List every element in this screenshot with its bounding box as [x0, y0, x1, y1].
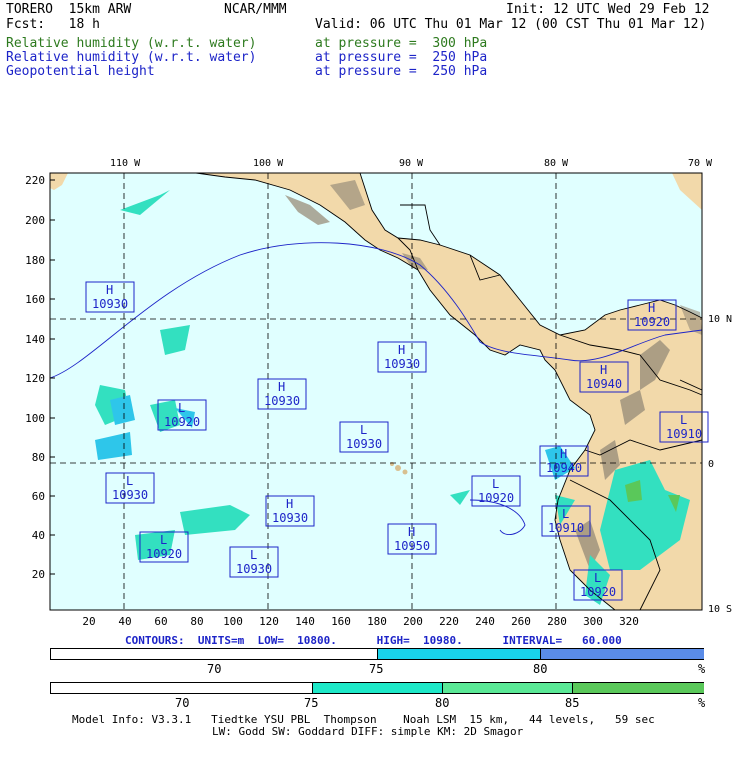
center-value: 10920 [478, 491, 514, 505]
center-value: 10930 [236, 562, 272, 576]
svg-text:120: 120 [25, 372, 45, 385]
svg-text:80: 80 [32, 451, 45, 464]
colorbar-rh250-label: 75 [369, 662, 384, 676]
center-value: 10930 [384, 357, 420, 371]
center-value: 10940 [546, 461, 582, 475]
svg-text:180: 180 [367, 615, 387, 628]
svg-text:40: 40 [118, 615, 131, 628]
center-value: 10910 [548, 521, 584, 535]
center-type: H [600, 363, 607, 377]
colorbar-rh300-label: 85 [565, 696, 580, 710]
svg-text:220: 220 [439, 615, 459, 628]
colorbar-rh250 [50, 648, 704, 660]
valid-time: Valid: 06 UTC Thu 01 Mar 12 (00 CST Thu … [315, 17, 707, 32]
center-value: 10920 [634, 315, 670, 329]
field-3-level: at pressure = 250 hPa [315, 64, 488, 79]
svg-text:40: 40 [32, 529, 45, 542]
colorbar-rh300-label: 70 [175, 696, 190, 710]
center-value: 10920 [146, 547, 182, 561]
forecast-hour: Fcst: 18 h [6, 17, 100, 32]
colorbar-rh300-label: 75 [304, 696, 319, 710]
lat-label: 0 [708, 459, 714, 470]
center-value: 10930 [92, 297, 128, 311]
svg-text:140: 140 [295, 615, 315, 628]
colorbar-rh300-label: % [698, 696, 706, 710]
center-type: H [648, 301, 655, 315]
svg-text:20: 20 [82, 615, 95, 628]
svg-text:120: 120 [259, 615, 279, 628]
center-type: L [178, 401, 185, 415]
center-value: 10930 [112, 488, 148, 502]
x-axis: 20 40 60 80 100 120 140 160 180 200 220 … [82, 615, 639, 628]
y-axis: 220 200 180 160 140 120 100 80 60 40 20 [25, 174, 45, 581]
center-value: 10920 [580, 585, 616, 599]
colorbar-rh300-label: 80 [435, 696, 450, 710]
svg-text:200: 200 [25, 214, 45, 227]
lat-label: 10 S [708, 604, 732, 615]
svg-text:100: 100 [25, 412, 45, 425]
svg-text:20: 20 [32, 568, 45, 581]
svg-text:260: 260 [511, 615, 531, 628]
svg-text:180: 180 [25, 254, 45, 267]
center-name: NCAR/MMM [224, 2, 287, 17]
contours-info: CONTOURS: UNITS=m LOW= 10800. HIGH= 1098… [125, 634, 622, 647]
center-type: H [398, 343, 405, 357]
center-value: 10930 [272, 511, 308, 525]
center-type: H [278, 380, 285, 394]
center-value: 10910 [666, 427, 702, 441]
field-2-level: at pressure = 250 hPa [315, 50, 488, 65]
center-type: L [360, 423, 367, 437]
center-value: 10930 [346, 437, 382, 451]
center-type: H [286, 497, 293, 511]
svg-text:140: 140 [25, 333, 45, 346]
weather-map: 110 W 100 W 90 W 80 W 70 W 220 200 180 1… [25, 158, 732, 628]
field-2-name: Relative humidity (w.r.t. water) [6, 50, 257, 65]
colorbar-rh300 [50, 682, 704, 694]
lat-label: 10 N [708, 314, 732, 325]
svg-text:160: 160 [25, 293, 45, 306]
svg-text:60: 60 [154, 615, 167, 628]
center-type: L [680, 413, 687, 427]
center-type: L [126, 474, 133, 488]
svg-text:240: 240 [475, 615, 495, 628]
svg-text:80: 80 [190, 615, 203, 628]
center-type: H [408, 525, 415, 539]
field-3-name: Geopotential height [6, 64, 155, 79]
center-type: H [560, 447, 567, 461]
center-type: L [594, 571, 601, 585]
svg-text:200: 200 [403, 615, 423, 628]
lon-label: 70 W [688, 158, 713, 169]
center-value: 10930 [264, 394, 300, 408]
lon-label: 80 W [544, 158, 569, 169]
lon-label: 90 W [399, 158, 424, 169]
center-type: H [106, 283, 113, 297]
lon-label: 110 W [110, 158, 141, 169]
colorbar-rh250-label: % [698, 662, 706, 676]
center-type: L [492, 477, 499, 491]
init-time: Init: 12 UTC Wed 29 Feb 12 [506, 2, 710, 17]
model-physics: LW: Godd SW: Goddard DIFF: simple KM: 2D… [212, 725, 524, 738]
field-1-name: Relative humidity (w.r.t. water) [6, 36, 257, 51]
svg-text:220: 220 [25, 174, 45, 187]
svg-text:300: 300 [583, 615, 603, 628]
lon-label: 100 W [253, 158, 284, 169]
center-value: 10920 [164, 415, 200, 429]
model-title: TORERO 15km ARW [6, 2, 132, 17]
colorbar-rh250-label: 80 [533, 662, 548, 676]
center-value: 10950 [394, 539, 430, 553]
center-value: 10940 [586, 377, 622, 391]
svg-text:160: 160 [331, 615, 351, 628]
colorbar-rh250-label: 70 [207, 662, 222, 676]
center-type: L [562, 507, 569, 521]
center-type: L [250, 548, 257, 562]
svg-text:280: 280 [547, 615, 567, 628]
svg-text:60: 60 [32, 490, 45, 503]
field-1-level: at pressure = 300 hPa [315, 36, 488, 51]
svg-text:320: 320 [619, 615, 639, 628]
svg-text:100: 100 [223, 615, 243, 628]
center-type: L [160, 533, 167, 547]
